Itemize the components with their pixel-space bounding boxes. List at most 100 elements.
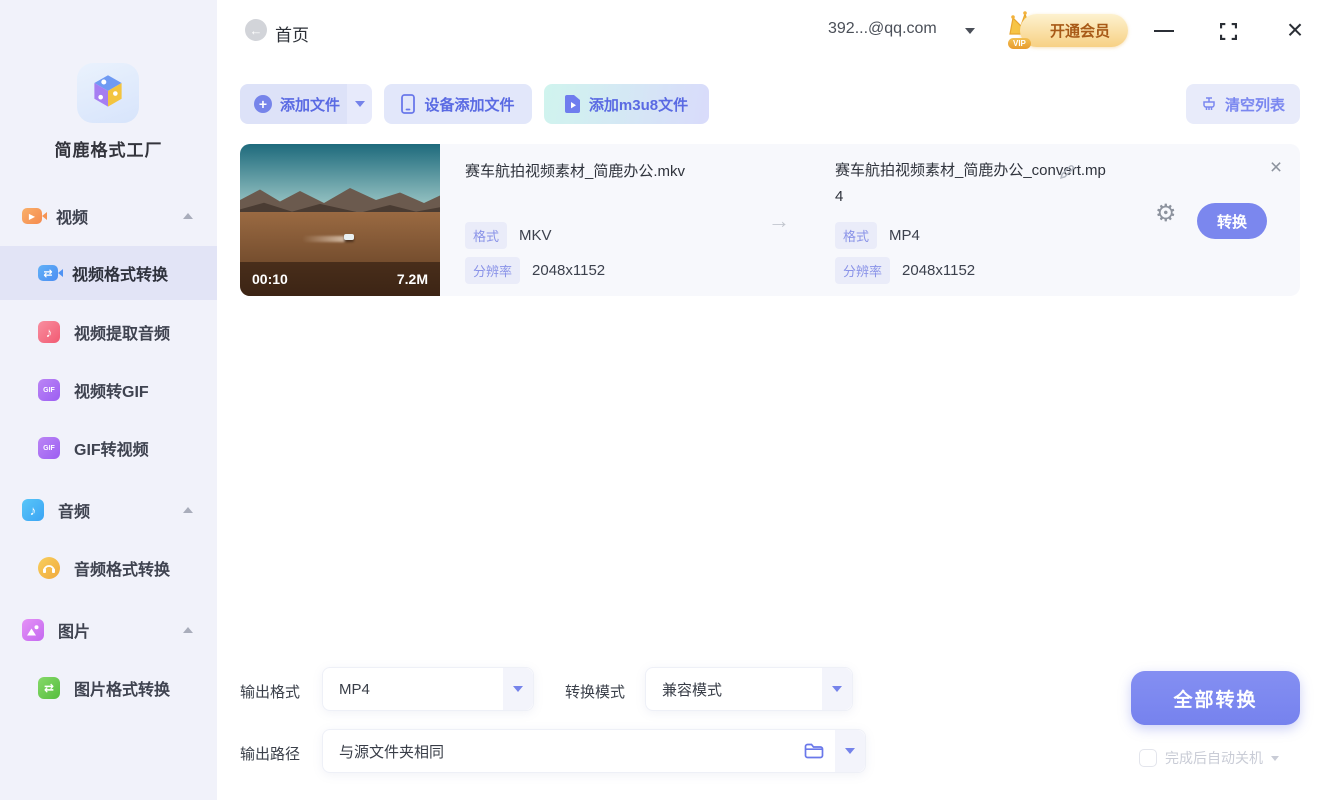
phone-icon: [401, 94, 416, 114]
clear-list-label: 清空列表: [1224, 96, 1285, 114]
music-note-icon: ♪: [38, 321, 60, 343]
output-format-value: MP4: [889, 227, 920, 244]
thumbnail-car: [344, 234, 354, 240]
sidebar: 简鹿格式工厂 ▶ 视频 ⇄ 视频格式转换 ♪ 视频提取音频 GIF 视频转GIF…: [0, 0, 217, 800]
resolution-tag: 分辨率: [465, 257, 521, 284]
add-m3u8-label: 添加m3u8文件: [588, 96, 689, 114]
source-resolution-value: 2048x1152: [532, 262, 606, 279]
path-dropdown-button[interactable]: [835, 730, 865, 772]
edit-filename-button[interactable]: [1059, 164, 1075, 184]
sidebar-item-video-to-gif[interactable]: GIF 视频转GIF: [0, 368, 217, 412]
sidebar-item-image-convert[interactable]: ⇄ 图片格式转换: [0, 666, 217, 710]
sidebar-item-audio-convert[interactable]: 音频格式转换: [0, 546, 217, 590]
convert-all-button[interactable]: 全部转换: [1131, 671, 1300, 725]
plus-icon: +: [254, 95, 272, 113]
convert-button[interactable]: 转换: [1197, 203, 1267, 239]
remove-file-button[interactable]: ×: [1262, 154, 1290, 182]
sidebar-group-audio[interactable]: ♪ 音频: [0, 488, 217, 532]
gif-icon: GIF: [38, 437, 60, 459]
thumbnail-dust-trail: [302, 236, 346, 242]
sidebar-item-video-convert[interactable]: ⇄ 视频格式转换: [0, 246, 217, 300]
convert-mode-select[interactable]: 兼容模式: [645, 667, 853, 711]
cube-logo-icon: [94, 75, 122, 107]
account-dropdown-caret-icon[interactable]: [965, 28, 975, 34]
sidebar-group-video[interactable]: ▶ 视频: [0, 194, 217, 238]
sidebar-group-label: 视频: [56, 210, 89, 227]
thumbnail-info-bar: 00:10 7.2M: [240, 262, 440, 296]
output-format-select[interactable]: MP4: [322, 667, 534, 711]
add-file-button[interactable]: + 添加文件: [240, 84, 347, 124]
app-title: 简鹿格式工厂: [54, 141, 163, 160]
output-format-selected-value: MP4: [339, 680, 370, 698]
format-tag: 格式: [465, 222, 508, 249]
row-settings-button[interactable]: ⚙: [1155, 202, 1177, 226]
image-convert-icon: ⇄: [38, 677, 60, 699]
output-format-field-label: 输出格式: [240, 684, 301, 701]
output-format-row: 格式 MP4: [835, 222, 920, 249]
output-path-value: 与源文件夹相同: [339, 743, 445, 761]
pencil-icon: [1059, 164, 1075, 180]
maximize-button[interactable]: [1211, 18, 1245, 44]
output-path-field-label: 输出路径: [240, 746, 301, 763]
collapse-caret-icon: [183, 507, 193, 513]
add-file-label: 添加文件: [280, 96, 341, 114]
add-from-device-button[interactable]: 设备添加文件: [384, 84, 532, 124]
source-filename: 赛车航拍视频素材_简鹿办公.mkv: [465, 163, 686, 180]
video-thumbnail[interactable]: 00:10 7.2M: [240, 144, 440, 296]
sidebar-group-label: 图片: [58, 624, 91, 641]
auto-shutdown-checkbox[interactable]: [1139, 749, 1157, 767]
auto-shutdown-option[interactable]: 完成后自动关机: [1139, 748, 1279, 768]
video-convert-icon: ⇄: [38, 265, 63, 281]
sidebar-item-extract-audio[interactable]: ♪ 视频提取音频: [0, 310, 217, 354]
resolution-tag: 分辨率: [835, 257, 891, 284]
back-arrow-icon: ←: [249, 22, 263, 38]
headphones-icon: [38, 557, 60, 579]
broom-icon: [1203, 97, 1215, 110]
folder-icon: [804, 743, 824, 759]
close-icon: ×: [1269, 156, 1283, 179]
video-duration: 00:10: [252, 271, 288, 287]
add-m3u8-button[interactable]: 添加m3u8文件: [544, 84, 709, 124]
sidebar-item-gif-to-video[interactable]: GIF GIF转视频: [0, 426, 217, 470]
app-logo-icon: [77, 63, 139, 123]
add-from-device-label: 设备添加文件: [424, 96, 515, 114]
clear-list-button[interactable]: 清空列表: [1186, 84, 1300, 124]
collapse-caret-icon: [183, 213, 193, 219]
browse-folder-button[interactable]: [793, 743, 835, 759]
sidebar-item-label: 视频格式转换: [72, 267, 169, 284]
video-filesize: 7.2M: [396, 271, 428, 287]
auto-shutdown-label: 完成后自动关机: [1165, 750, 1263, 766]
account-email[interactable]: 392...@qq.com: [828, 20, 937, 38]
source-format-row: 格式 MKV: [465, 222, 552, 249]
sidebar-group-image[interactable]: 图片: [0, 608, 217, 652]
app-window: 简鹿格式工厂 ▶ 视频 ⇄ 视频格式转换 ♪ 视频提取音频 GIF 视频转GIF…: [0, 0, 1326, 800]
picture-icon: [22, 619, 44, 641]
output-path-input[interactable]: 与源文件夹相同: [322, 729, 866, 773]
vip-upgrade-button[interactable]: 开通会员: [1020, 14, 1129, 47]
maximize-icon: [1219, 22, 1237, 40]
vip-upgrade-label: 开通会员: [1050, 23, 1111, 40]
collapse-caret-icon: [183, 627, 193, 633]
sidebar-item-label: GIF转视频: [74, 442, 149, 459]
add-file-dropdown-button[interactable]: [347, 84, 372, 124]
vip-tag[interactable]: VIP: [1008, 38, 1031, 49]
minimize-icon: [1154, 30, 1174, 32]
minimize-button[interactable]: [1146, 18, 1182, 44]
page-title: 首页: [275, 26, 309, 45]
select-caret-zone[interactable]: [503, 668, 533, 710]
caret-down-icon: [354, 101, 365, 107]
back-button[interactable]: ←: [245, 19, 267, 41]
caret-down-icon: [513, 686, 523, 692]
file-icon: [564, 95, 580, 113]
select-caret-zone[interactable]: [822, 668, 852, 710]
format-tag: 格式: [835, 222, 878, 249]
output-resolution-row: 分辨率 2048x1152: [835, 257, 975, 284]
close-window-button[interactable]: ×: [1277, 12, 1313, 48]
sidebar-item-label: 音频格式转换: [74, 562, 171, 579]
file-row: 00:10 7.2M 赛车航拍视频素材_简鹿办公.mkv 格式 MKV 分辨率 …: [240, 144, 1300, 296]
music-note-icon: ♪: [22, 499, 44, 521]
convert-mode-field-label: 转换模式: [565, 684, 626, 701]
video-camera-icon: ▶: [22, 208, 47, 224]
output-resolution-value: 2048x1152: [902, 262, 976, 279]
gear-icon: ⚙: [1155, 200, 1177, 227]
